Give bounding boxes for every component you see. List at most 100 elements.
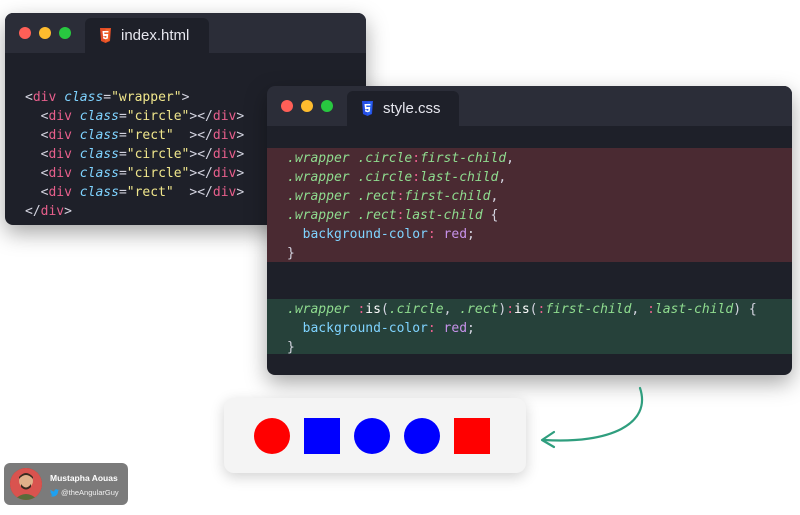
code-token: ></: [173, 185, 213, 200]
code-token: >: [236, 185, 245, 200]
minimize-window-dot[interactable]: [301, 100, 313, 112]
code-token: >: [236, 166, 245, 181]
code-token: .circle: [388, 302, 444, 317]
code-token: class: [64, 90, 104, 105]
tab-index-html[interactable]: index.html: [85, 18, 209, 53]
twitter-bird-icon: [50, 488, 59, 497]
close-window-dot[interactable]: [281, 100, 293, 112]
code-token: div: [212, 166, 237, 181]
code-token: ,: [490, 189, 499, 204]
tab-style-css[interactable]: style.css: [347, 91, 459, 126]
render-preview: [224, 398, 526, 473]
html-titlebar: index.html: [5, 13, 366, 53]
code-token: >: [236, 128, 245, 143]
code-token: ></: [189, 166, 213, 181]
code-token: last-child: [420, 170, 499, 185]
code-line: <div class="circle"></div>: [25, 107, 245, 126]
code-line: .wrapper .rect:last-child {: [287, 206, 514, 225]
code-token: =: [118, 185, 127, 200]
code-token: :: [427, 321, 444, 336]
minimize-window-dot[interactable]: [39, 27, 51, 39]
author-badge[interactable]: Mustapha Aouas @theAngularGuy: [4, 463, 128, 505]
code-token: div: [48, 147, 72, 162]
code-token: >: [236, 147, 245, 162]
css3-icon: [361, 101, 374, 116]
circle-shape: [254, 418, 290, 454]
code-token: "circle": [126, 166, 190, 181]
html-code-block[interactable]: <div class="wrapper"> <div class="circle…: [25, 88, 244, 221]
code-token: {: [482, 208, 499, 223]
code-token: ,: [506, 151, 514, 166]
code-line: <div class="rect" ></div>: [25, 126, 245, 145]
code-token: =: [118, 128, 127, 143]
css-titlebar: style.css: [267, 86, 792, 126]
code-token: "circle": [126, 109, 190, 124]
css-code-block-after[interactable]: .wrapper :is(.circle, .rect):is(:first-c…: [287, 300, 757, 357]
code-token: <: [25, 185, 49, 200]
css-editor-window: style.css .wrapper .circle:first-child,.…: [267, 86, 792, 375]
code-token: is: [365, 302, 381, 317]
code-token: .wrapper: [287, 302, 358, 317]
maximize-window-dot[interactable]: [321, 100, 333, 112]
code-token: "circle": [126, 147, 190, 162]
code-token: :: [647, 302, 655, 317]
code-token: >: [64, 204, 72, 219]
code-token: div: [48, 185, 72, 200]
tab-label: style.css: [383, 100, 441, 117]
code-token: class: [79, 147, 119, 162]
code-token: .wrapper .rect: [287, 189, 397, 204]
code-line: .wrapper .rect:first-child,: [287, 187, 514, 206]
tab-label: index.html: [121, 27, 190, 44]
code-token: </: [25, 204, 41, 219]
code-token: :: [427, 227, 444, 242]
code-token: :: [412, 170, 421, 185]
code-line: .wrapper .circle:first-child,: [287, 149, 514, 168]
code-token: :: [506, 302, 515, 317]
author-name: Mustapha Aouas: [50, 473, 118, 483]
code-token: div: [40, 204, 65, 219]
code-line: <div class="circle"></div>: [25, 164, 245, 183]
curved-arrow-icon: [540, 386, 643, 449]
code-token: ) {: [733, 302, 757, 317]
code-token: =: [103, 90, 112, 105]
code-token: "wrapper": [111, 90, 182, 105]
code-token: first-child: [420, 151, 507, 166]
code-line: <div class="circle"></div>: [25, 145, 245, 164]
code-token: is: [514, 302, 530, 317]
close-window-dot[interactable]: [19, 27, 31, 39]
code-token: .wrapper .rect: [287, 208, 397, 223]
code-token: div: [48, 128, 72, 143]
code-token: (: [529, 302, 538, 317]
code-token: >: [236, 109, 245, 124]
code-token: red: [443, 227, 468, 242]
code-token: div: [32, 90, 57, 105]
code-token: <: [25, 109, 49, 124]
code-token: "rect": [126, 185, 174, 200]
css-code-block-before[interactable]: .wrapper .circle:first-child, .wrapper .c…: [287, 149, 514, 263]
code-token: <: [25, 90, 33, 105]
html5-icon: [99, 28, 112, 43]
code-line: .wrapper :is(.circle, .rect):is(:first-c…: [287, 300, 757, 319]
maximize-window-dot[interactable]: [59, 27, 71, 39]
code-token: ></: [189, 109, 213, 124]
code-line: }: [287, 244, 514, 263]
code-token: class: [79, 185, 119, 200]
code-token: div: [212, 185, 237, 200]
code-token: >: [181, 90, 190, 105]
code-token: .wrapper .circle: [287, 151, 413, 166]
code-token: ></: [189, 147, 213, 162]
code-token: ,: [443, 302, 460, 317]
code-token: ></: [173, 128, 213, 143]
code-token: background-color: [287, 321, 428, 336]
code-line: </div>: [25, 202, 244, 221]
code-token: <: [25, 147, 49, 162]
code-line: }: [287, 338, 757, 357]
code-token: class: [79, 128, 119, 143]
code-token: last-child: [404, 208, 483, 223]
circle-shape: [404, 418, 440, 454]
code-token: =: [118, 147, 127, 162]
code-token: ): [498, 302, 507, 317]
